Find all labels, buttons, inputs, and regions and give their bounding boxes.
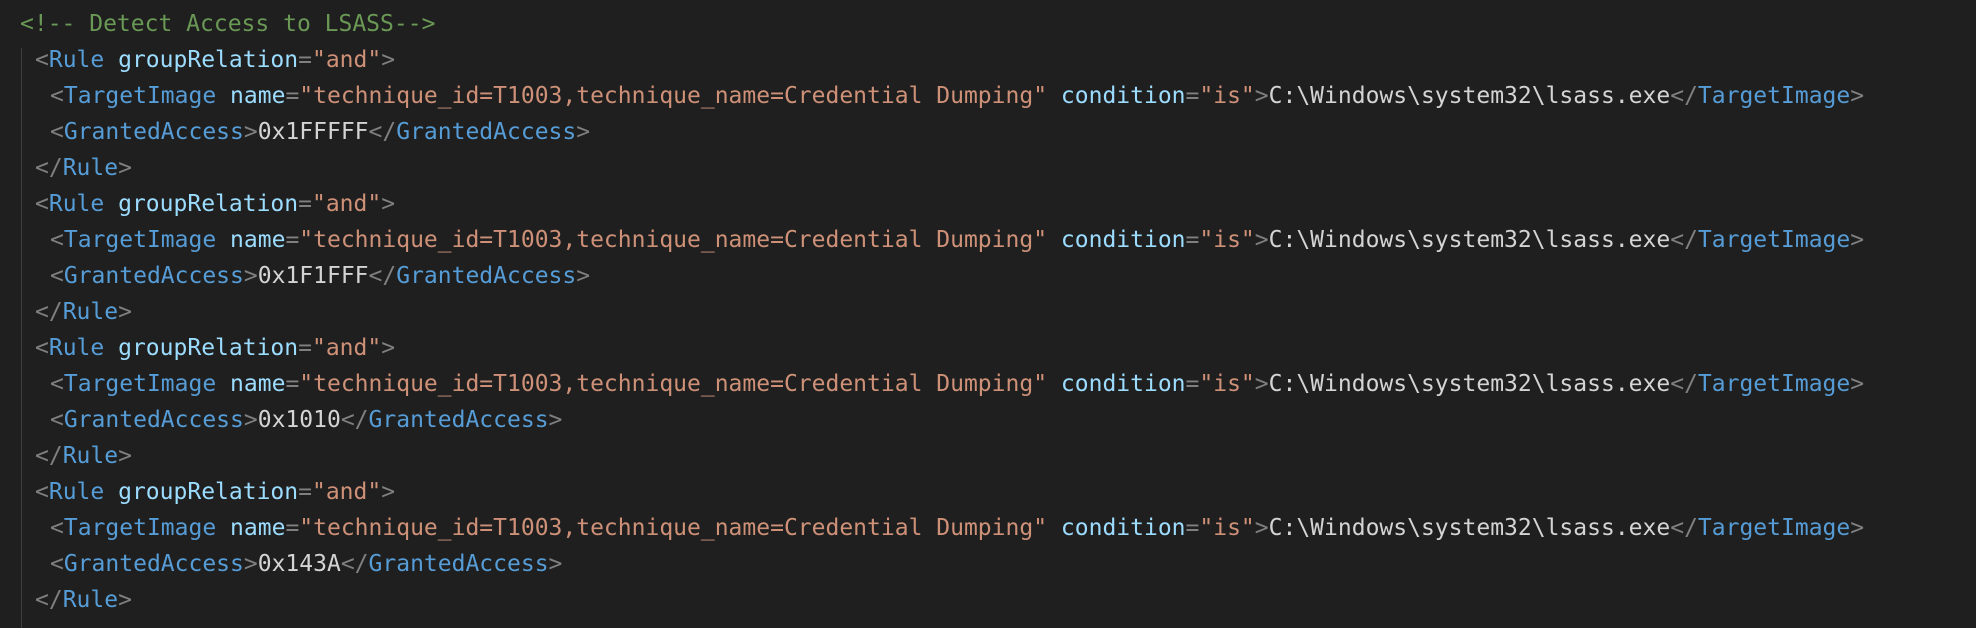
target-image-tag: TargetImage (63, 83, 217, 109)
attr-value: "and" (311, 479, 382, 505)
attr-group-relation: groupRelation (118, 191, 299, 217)
rule-open-line: <Rule groupRelation="and"> (35, 191, 396, 217)
comment-line: <!-- Detect Access to LSASS--> (20, 6, 435, 42)
rule-tag: Rule (48, 479, 105, 505)
access-mask-value: 0x143A (257, 551, 341, 577)
target-image-line: <TargetImage name="technique_id=T1003,te… (50, 371, 1865, 397)
access-mask-value: 0x1010 (257, 407, 341, 433)
rule-close-tag: Rule (62, 155, 119, 181)
granted-access-close-tag: GrantedAccess (368, 407, 549, 433)
attr-value: "is" (1199, 515, 1255, 541)
rule-open-line: <Rule groupRelation="and"> (35, 335, 396, 361)
rule-tag: Rule (48, 191, 105, 217)
target-image-line: <TargetImage name="technique_id=T1003,te… (50, 227, 1865, 253)
attr-value: "technique_id=T1003,technique_name=Crede… (299, 515, 1048, 541)
attr-condition: condition (1060, 371, 1186, 397)
attr-name: name (230, 371, 286, 397)
target-image-close-tag: TargetImage (1697, 83, 1851, 109)
attr-condition: condition (1060, 83, 1186, 109)
granted-access-tag: GrantedAccess (63, 119, 244, 145)
target-image-line: <TargetImage name="technique_id=T1003,te… (50, 515, 1865, 541)
attr-group-relation: groupRelation (118, 335, 299, 361)
rule-tag: Rule (48, 47, 105, 73)
attr-value: "is" (1199, 83, 1255, 109)
rule-close-line: </Rule> (35, 299, 132, 325)
code-editor[interactable]: <!-- Detect Access to LSASS--> <Rule gro… (0, 0, 1976, 628)
rule-close-tag: Rule (62, 587, 119, 613)
attr-value: "technique_id=T1003,technique_name=Crede… (299, 227, 1048, 253)
attr-name: name (230, 227, 286, 253)
target-image-close-tag: TargetImage (1697, 227, 1851, 253)
granted-access-close-tag: GrantedAccess (368, 551, 549, 577)
attr-name: name (230, 515, 286, 541)
attr-value: "technique_id=T1003,technique_name=Crede… (299, 83, 1048, 109)
attr-value: "is" (1199, 371, 1255, 397)
attr-group-relation: groupRelation (118, 479, 299, 505)
granted-access-tag: GrantedAccess (63, 551, 244, 577)
rule-open-line: <Rule groupRelation="and"> (35, 47, 396, 73)
attr-value: "and" (311, 47, 382, 73)
attr-value: "and" (311, 335, 382, 361)
rule-close-line: </Rule> (35, 155, 132, 181)
rule-close-line: </Rule> (35, 443, 132, 469)
rule-close-line: </Rule> (35, 587, 132, 613)
rule-tag: Rule (48, 335, 105, 361)
target-path: C:\Windows\system32\lsass.exe (1268, 83, 1671, 109)
attr-condition: condition (1060, 515, 1186, 541)
attr-value: "technique_id=T1003,technique_name=Crede… (299, 371, 1048, 397)
attr-value: "is" (1199, 227, 1255, 253)
target-path: C:\Windows\system32\lsass.exe (1268, 371, 1671, 397)
granted-access-line: <GrantedAccess>0x1F1FFF</GrantedAccess> (50, 263, 591, 289)
attr-condition: condition (1060, 227, 1186, 253)
target-image-tag: TargetImage (63, 371, 217, 397)
target-image-close-tag: TargetImage (1697, 371, 1851, 397)
access-mask-value: 0x1FFFFF (257, 119, 369, 145)
attr-name: name (230, 83, 286, 109)
access-mask-value: 0x1F1FFF (257, 263, 369, 289)
target-path: C:\Windows\system32\lsass.exe (1268, 227, 1671, 253)
xml-comment: <!-- Detect Access to LSASS--> (20, 11, 436, 37)
attr-group-relation: groupRelation (118, 47, 299, 73)
granted-access-line: <GrantedAccess>0x143A</GrantedAccess> (50, 551, 563, 577)
granted-access-close-tag: GrantedAccess (396, 263, 577, 289)
attr-value: "and" (311, 191, 382, 217)
granted-access-close-tag: GrantedAccess (396, 119, 577, 145)
granted-access-line: <GrantedAccess>0x1FFFFF</GrantedAccess> (50, 119, 591, 145)
rule-close-tag: Rule (62, 299, 119, 325)
rule-close-tag: Rule (62, 443, 119, 469)
target-image-tag: TargetImage (63, 515, 217, 541)
target-image-close-tag: TargetImage (1697, 515, 1851, 541)
granted-access-tag: GrantedAccess (63, 407, 244, 433)
rule-open-line: <Rule groupRelation="and"> (35, 479, 396, 505)
target-image-line: <TargetImage name="technique_id=T1003,te… (50, 83, 1865, 109)
granted-access-line: <GrantedAccess>0x1010</GrantedAccess> (50, 407, 563, 433)
target-path: C:\Windows\system32\lsass.exe (1268, 515, 1671, 541)
indent-guide (21, 48, 22, 628)
target-image-tag: TargetImage (63, 227, 217, 253)
granted-access-tag: GrantedAccess (63, 263, 244, 289)
